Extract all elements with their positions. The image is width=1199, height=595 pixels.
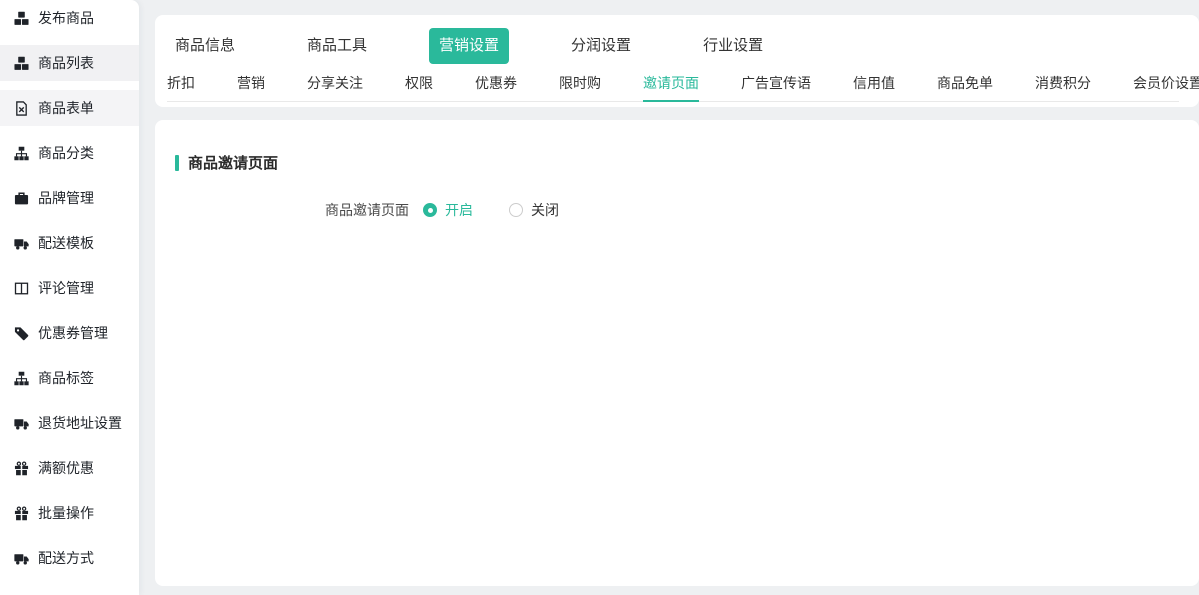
secondary-tab-5[interactable]: 优惠券 xyxy=(475,64,517,102)
radio-option-off[interactable]: 关闭 xyxy=(509,200,559,220)
sidebar-item-label: 满额优惠 xyxy=(38,458,94,478)
secondary-tab-10[interactable]: 商品免单 xyxy=(937,64,993,102)
sidebar-item-label: 发布商品 xyxy=(38,8,94,28)
secondary-tab-1[interactable]: 折扣 xyxy=(167,64,195,102)
main-area: 商品信息 商品工具 营销设置 分润设置 行业设置 折扣 营销 分享关注 权限 优惠券 限时购 邀请页… xyxy=(155,0,1199,595)
secondary-tab-2[interactable]: 营销 xyxy=(237,64,265,102)
primary-tab-3[interactable]: 营销设置 xyxy=(429,28,509,64)
truck-icon xyxy=(13,415,29,431)
sidebar-item-2[interactable]: 商品列表 xyxy=(0,45,139,81)
primary-tabs: 商品信息 商品工具 营销设置 分润设置 行业设置 xyxy=(165,28,1179,64)
briefcase-icon xyxy=(13,190,29,206)
sidebar-item-7[interactable]: 评论管理 xyxy=(0,270,139,306)
tag-icon xyxy=(13,325,29,341)
truck-icon xyxy=(13,235,29,251)
sidebar-item-4[interactable]: 商品分类 xyxy=(0,135,139,171)
sidebar-item-6[interactable]: 配送模板 xyxy=(0,225,139,261)
sidebar-item-label: 优惠券管理 xyxy=(38,323,108,343)
invite-page-label: 商品邀请页面 xyxy=(325,200,409,220)
secondary-tab-7[interactable]: 邀请页面 xyxy=(643,64,699,102)
sidebar-item-label: 配送方式 xyxy=(38,548,94,568)
sidebar-item-5[interactable]: 品牌管理 xyxy=(0,180,139,216)
tabs-card: 商品信息 商品工具 营销设置 分润设置 行业设置 折扣 营销 分享关注 权限 优惠券 限时购 邀请页… xyxy=(155,15,1199,107)
primary-tab-5[interactable]: 行业设置 xyxy=(693,28,773,64)
secondary-tab-8[interactable]: 广告宣传语 xyxy=(741,64,811,102)
gift-icon xyxy=(13,505,29,521)
secondary-tab-11[interactable]: 消费积分 xyxy=(1035,64,1091,102)
radio-label: 开启 xyxy=(445,200,473,220)
primary-tab-2[interactable]: 商品工具 xyxy=(297,28,377,64)
sidebar-item-10[interactable]: 退货地址设置 xyxy=(0,405,139,441)
sidebar-item-11[interactable]: 满额优惠 xyxy=(0,450,139,486)
sitemap-icon xyxy=(13,145,29,161)
sidebar: 发布商品商品列表商品表单商品分类品牌管理配送模板评论管理优惠券管理商品标签退货地… xyxy=(0,0,139,595)
radio-circle-icon[interactable] xyxy=(423,203,437,217)
truck-icon xyxy=(13,550,29,566)
section-title-text: 商品邀请页面 xyxy=(188,152,278,173)
secondary-tabs: 折扣营销分享关注权限优惠券限时购邀请页面广告宣传语信用值商品免单消费积分会员价设… xyxy=(167,64,1179,102)
sidebar-item-label: 批量操作 xyxy=(38,503,94,523)
sidebar-item-label: 商品分类 xyxy=(38,143,94,163)
sidebar-item-label: 商品列表 xyxy=(38,53,94,73)
sidebar-item-1[interactable]: 发布商品 xyxy=(0,0,139,36)
primary-tab-1[interactable]: 商品信息 xyxy=(165,28,245,64)
sidebar-item-label: 商品标签 xyxy=(38,368,94,388)
sidebar-item-9[interactable]: 商品标签 xyxy=(0,360,139,396)
content-card: 商品邀请页面 商品邀请页面 开启 关闭 xyxy=(155,120,1199,586)
sidebar-item-label: 退货地址设置 xyxy=(38,413,122,433)
sitemap-icon xyxy=(13,370,29,386)
cubes-icon xyxy=(13,10,29,26)
radio-option-on[interactable]: 开启 xyxy=(423,200,473,220)
secondary-tab-12[interactable]: 会员价设置 xyxy=(1133,64,1199,102)
primary-tab-4[interactable]: 分润设置 xyxy=(561,28,641,64)
section-title: 商品邀请页面 xyxy=(175,152,1179,173)
secondary-tab-4[interactable]: 权限 xyxy=(405,64,433,102)
sidebar-item-12[interactable]: 批量操作 xyxy=(0,495,139,531)
file-excel-icon xyxy=(13,100,29,116)
radio-circle-icon[interactable] xyxy=(509,203,523,217)
secondary-tab-3[interactable]: 分享关注 xyxy=(307,64,363,102)
sidebar-item-label: 配送模板 xyxy=(38,233,94,253)
cubes-icon xyxy=(13,55,29,71)
sidebar-item-label: 商品表单 xyxy=(38,98,94,118)
section-title-bar-icon xyxy=(175,155,179,171)
sidebar-item-8[interactable]: 优惠券管理 xyxy=(0,315,139,351)
sidebar-item-label: 评论管理 xyxy=(38,278,94,298)
secondary-tab-9[interactable]: 信用值 xyxy=(853,64,895,102)
sidebar-item-13[interactable]: 配送方式 xyxy=(0,540,139,576)
gift-icon xyxy=(13,460,29,476)
sidebar-item-label: 品牌管理 xyxy=(38,188,94,208)
invite-page-radio-group: 开启 关闭 xyxy=(423,200,559,220)
secondary-tab-6[interactable]: 限时购 xyxy=(559,64,601,102)
radio-label: 关闭 xyxy=(531,200,559,220)
invite-page-form-row: 商品邀请页面 开启 关闭 xyxy=(175,200,1179,220)
columns-icon xyxy=(13,280,29,296)
sidebar-item-3[interactable]: 商品表单 xyxy=(0,90,139,126)
